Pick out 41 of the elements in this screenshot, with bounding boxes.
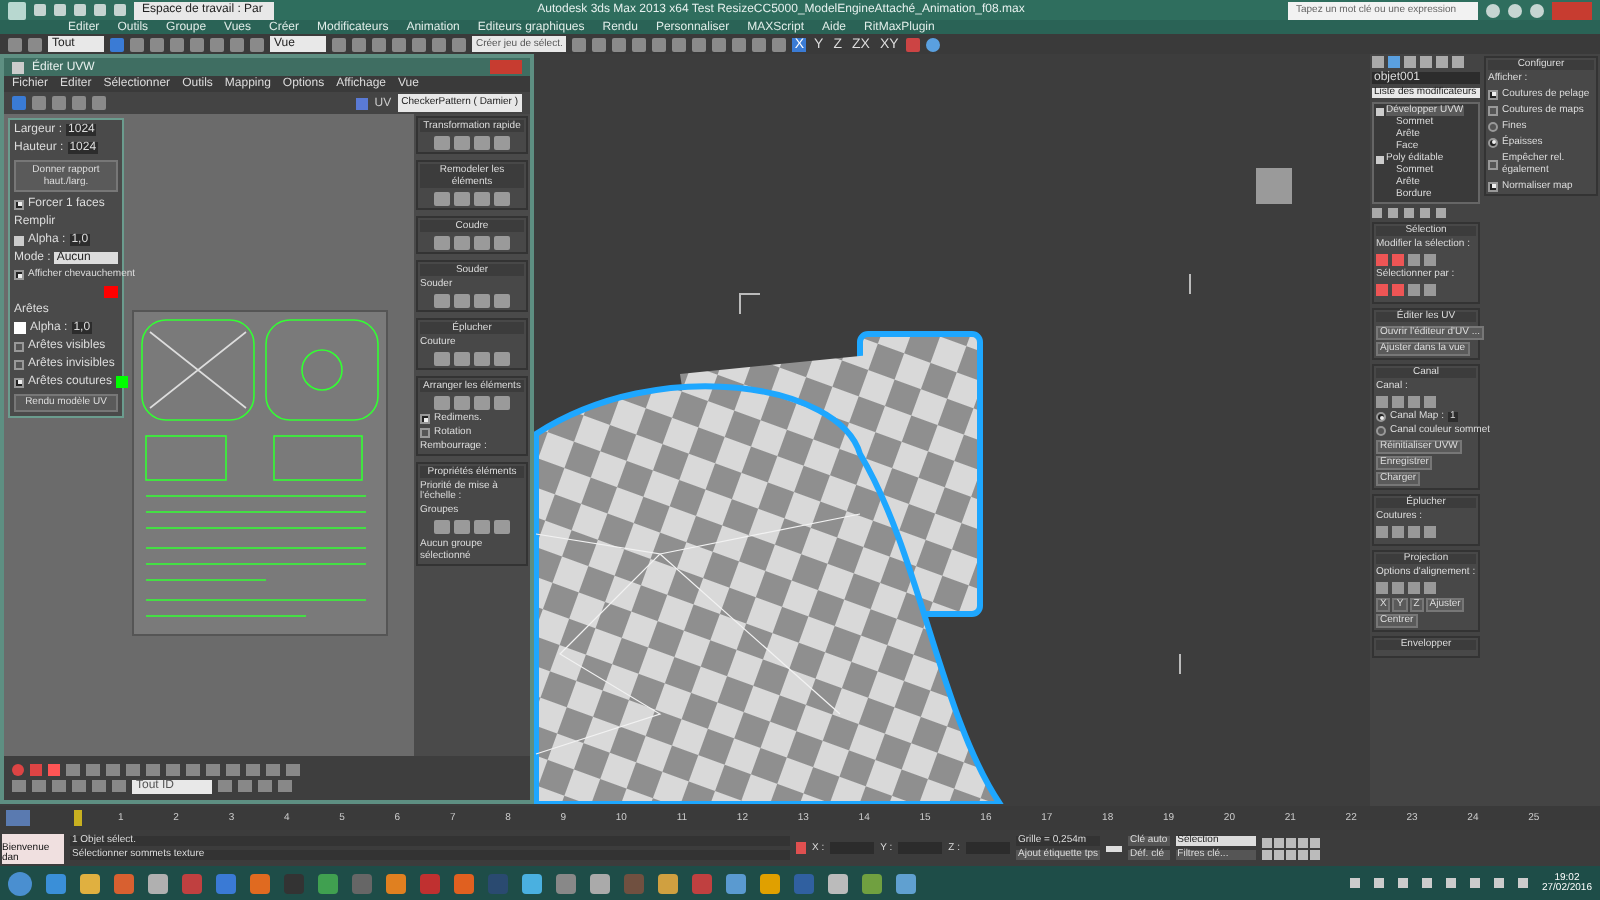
checkbox[interactable] xyxy=(1488,105,1498,115)
tray-icon[interactable] xyxy=(1397,878,1408,888)
uv-canvas[interactable] xyxy=(4,114,414,756)
color-swatch[interactable] xyxy=(116,376,129,388)
checker-mesh-drawing[interactable] xyxy=(533,331,1003,804)
radio-button[interactable] xyxy=(1488,137,1498,147)
face-icon[interactable] xyxy=(48,763,60,775)
checkbox[interactable] xyxy=(14,377,24,387)
checkbox[interactable] xyxy=(14,341,24,351)
tray-icon[interactable] xyxy=(1469,878,1480,888)
tray-icon[interactable] xyxy=(1421,878,1432,888)
color-swatch[interactable] xyxy=(14,235,24,245)
radio-button[interactable] xyxy=(1376,412,1386,422)
start-button-icon[interactable] xyxy=(8,871,32,895)
tray-icon[interactable] xyxy=(1493,878,1504,888)
checkbox[interactable] xyxy=(14,199,24,209)
app-logo-icon[interactable] xyxy=(8,1,26,19)
radio-button[interactable] xyxy=(1376,426,1386,436)
color-swatch[interactable] xyxy=(104,286,118,298)
checker-icon[interactable] xyxy=(356,97,369,109)
time-slider-handle[interactable] xyxy=(74,810,82,826)
tray-icon[interactable] xyxy=(1517,878,1528,888)
edge-icon[interactable] xyxy=(30,763,42,775)
tray-icon[interactable] xyxy=(1373,878,1384,888)
expand-toggle[interactable] xyxy=(1376,155,1384,163)
expand-toggle[interactable] xyxy=(1376,107,1384,115)
checkbox[interactable] xyxy=(1488,181,1498,191)
key-icon[interactable] xyxy=(1106,845,1123,851)
checkbox[interactable] xyxy=(14,359,24,369)
radio-button[interactable] xyxy=(1488,121,1498,131)
tray-icon[interactable] xyxy=(1445,878,1456,888)
checkbox[interactable] xyxy=(1488,159,1498,169)
checkbox[interactable] xyxy=(420,428,430,438)
tray-icon[interactable] xyxy=(1349,878,1360,888)
vertex-icon[interactable] xyxy=(12,763,24,775)
window-icon xyxy=(12,61,24,73)
color-swatch[interactable] xyxy=(14,322,26,334)
checkbox[interactable] xyxy=(14,270,24,280)
checkbox[interactable] xyxy=(1488,89,1498,99)
checkbox[interactable] xyxy=(420,414,430,424)
timeline-toggle-button[interactable] xyxy=(6,810,30,826)
